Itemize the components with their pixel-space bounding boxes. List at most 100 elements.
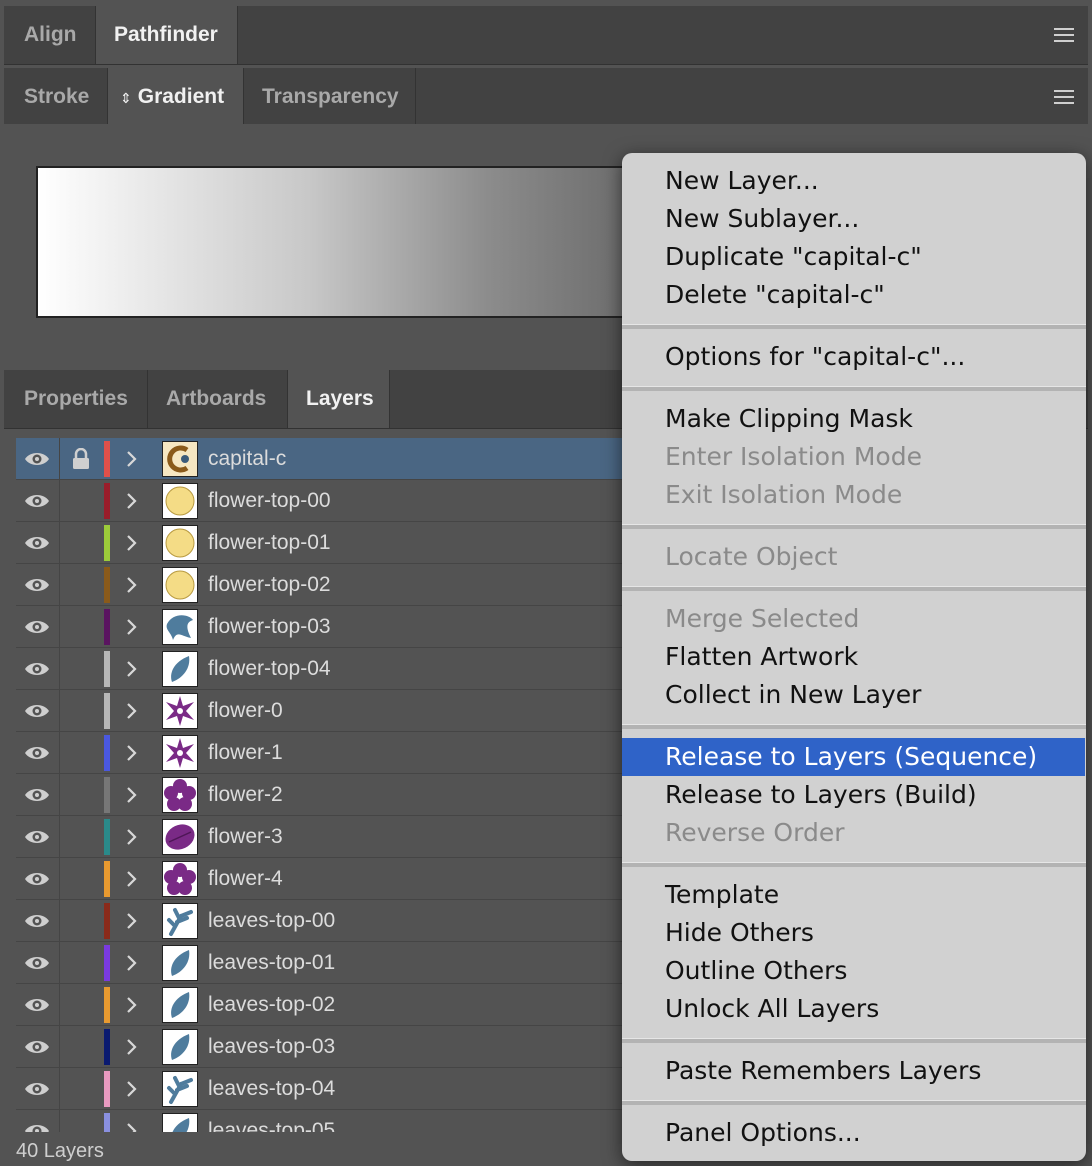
tab-pathfinder[interactable]: Pathfinder [96, 6, 238, 64]
tab-stroke[interactable]: Stroke [4, 68, 108, 126]
eye-icon[interactable] [24, 702, 50, 720]
tab-properties[interactable]: Properties [4, 370, 148, 428]
layer-name[interactable]: flower-top-04 [208, 648, 331, 690]
layer-name[interactable]: leaves-top-03 [208, 1026, 335, 1068]
menu-item[interactable]: Unlock All Layers [622, 990, 1086, 1028]
layer-name[interactable]: leaves-top-04 [208, 1068, 335, 1110]
tab-layers[interactable]: Layers [288, 370, 390, 428]
chevron-right-icon[interactable] [124, 533, 138, 553]
layer-name[interactable]: flower-4 [208, 858, 283, 900]
chevron-right-icon[interactable] [124, 785, 138, 805]
menu-item[interactable]: Hide Others [622, 914, 1086, 952]
eye-icon[interactable] [24, 534, 50, 552]
panel-menu-icon[interactable] [1054, 90, 1074, 104]
eye-icon[interactable] [24, 870, 50, 888]
menu-item[interactable]: Release to Layers (Sequence) [622, 738, 1085, 776]
layer-name[interactable]: flower-1 [208, 732, 283, 774]
layer-name[interactable]: flower-top-01 [208, 522, 331, 564]
layer-row[interactable]: flower-3 [16, 816, 676, 858]
layer-row[interactable]: leaves-top-05 [16, 1110, 676, 1132]
panel-menu-icon[interactable] [1054, 28, 1074, 42]
layer-name[interactable]: leaves-top-01 [208, 942, 335, 984]
eye-icon[interactable] [24, 828, 50, 846]
layer-name[interactable]: capital-c [208, 438, 286, 480]
layer-row[interactable]: flower-1 [16, 732, 676, 774]
chevron-right-icon[interactable] [124, 869, 138, 889]
chevron-right-icon[interactable] [124, 449, 138, 469]
chevron-right-icon[interactable] [124, 701, 138, 721]
lock-toggle[interactable] [71, 1078, 91, 1100]
layer-name[interactable]: flower-3 [208, 816, 283, 858]
chevron-right-icon[interactable] [124, 743, 138, 763]
chevron-right-icon[interactable] [124, 995, 138, 1015]
eye-icon[interactable] [24, 1080, 50, 1098]
eye-icon[interactable] [24, 492, 50, 510]
lock-toggle[interactable] [71, 826, 91, 848]
lock-toggle[interactable] [71, 700, 91, 722]
chevron-right-icon[interactable] [124, 1079, 138, 1099]
chevron-right-icon[interactable] [124, 575, 138, 595]
lock-icon[interactable] [71, 447, 91, 470]
menu-item[interactable]: Paste Remembers Layers [622, 1052, 1086, 1090]
layer-row[interactable]: capital-c [16, 438, 676, 480]
chevron-right-icon[interactable] [124, 1121, 138, 1132]
layer-row[interactable]: leaves-top-04 [16, 1068, 676, 1110]
tab-gradient[interactable]: ⇕ Gradient [108, 68, 244, 126]
tab-artboards[interactable]: Artboards [148, 370, 288, 428]
menu-item[interactable]: Make Clipping Mask [622, 400, 1086, 438]
menu-item[interactable]: Panel Options... [622, 1114, 1086, 1152]
layer-name[interactable]: flower-top-00 [208, 480, 331, 522]
lock-toggle[interactable] [71, 616, 91, 638]
lock-toggle[interactable] [71, 490, 91, 512]
chevron-right-icon[interactable] [124, 827, 138, 847]
menu-item[interactable]: Collect in New Layer [622, 676, 1086, 714]
lock-toggle[interactable] [71, 1036, 91, 1058]
layer-name[interactable]: flower-0 [208, 690, 283, 732]
lock-toggle[interactable] [71, 784, 91, 806]
tab-transparency[interactable]: Transparency [244, 68, 416, 126]
lock-toggle[interactable] [71, 658, 91, 680]
lock-toggle[interactable] [71, 1120, 91, 1132]
layer-row[interactable]: flower-top-03 [16, 606, 676, 648]
lock-toggle[interactable] [71, 574, 91, 596]
lock-toggle[interactable] [71, 910, 91, 932]
lock-toggle[interactable] [71, 532, 91, 554]
lock-toggle[interactable] [71, 868, 91, 890]
layer-name[interactable]: leaves-top-00 [208, 900, 335, 942]
eye-icon[interactable] [24, 786, 50, 804]
chevron-right-icon[interactable] [124, 659, 138, 679]
menu-item[interactable]: Flatten Artwork [622, 638, 1086, 676]
eye-icon[interactable] [24, 744, 50, 762]
menu-item[interactable]: Options for "capital-c"... [622, 338, 1086, 376]
eye-icon[interactable] [24, 912, 50, 930]
menu-item[interactable]: Outline Others [622, 952, 1086, 990]
layer-name[interactable]: leaves-top-02 [208, 984, 335, 1026]
menu-item[interactable]: New Layer... [622, 162, 1086, 200]
layer-row[interactable]: flower-4 [16, 858, 676, 900]
chevron-right-icon[interactable] [124, 617, 138, 637]
layer-row[interactable]: flower-top-00 [16, 480, 676, 522]
gradient-slider-preview[interactable] [36, 166, 640, 318]
tab-align[interactable]: Align [4, 6, 96, 64]
chevron-right-icon[interactable] [124, 491, 138, 511]
layer-name[interactable]: leaves-top-05 [208, 1110, 335, 1132]
eye-icon[interactable] [24, 954, 50, 972]
layer-row[interactable]: leaves-top-02 [16, 984, 676, 1026]
eye-icon[interactable] [24, 1038, 50, 1056]
menu-item[interactable]: New Sublayer... [622, 200, 1086, 238]
menu-item[interactable]: Release to Layers (Build) [622, 776, 1086, 814]
layer-row[interactable]: flower-2 [16, 774, 676, 816]
lock-toggle[interactable] [71, 952, 91, 974]
menu-item[interactable]: Template [622, 876, 1086, 914]
layer-name[interactable]: flower-2 [208, 774, 283, 816]
layer-row[interactable]: leaves-top-03 [16, 1026, 676, 1068]
layer-row[interactable]: flower-0 [16, 690, 676, 732]
layer-name[interactable]: flower-top-03 [208, 606, 331, 648]
layer-row[interactable]: flower-top-02 [16, 564, 676, 606]
lock-toggle[interactable] [71, 994, 91, 1016]
chevron-right-icon[interactable] [124, 953, 138, 973]
menu-item[interactable]: Delete "capital-c" [622, 276, 1086, 314]
eye-icon[interactable] [24, 996, 50, 1014]
chevron-right-icon[interactable] [124, 1037, 138, 1057]
eye-icon[interactable] [24, 576, 50, 594]
